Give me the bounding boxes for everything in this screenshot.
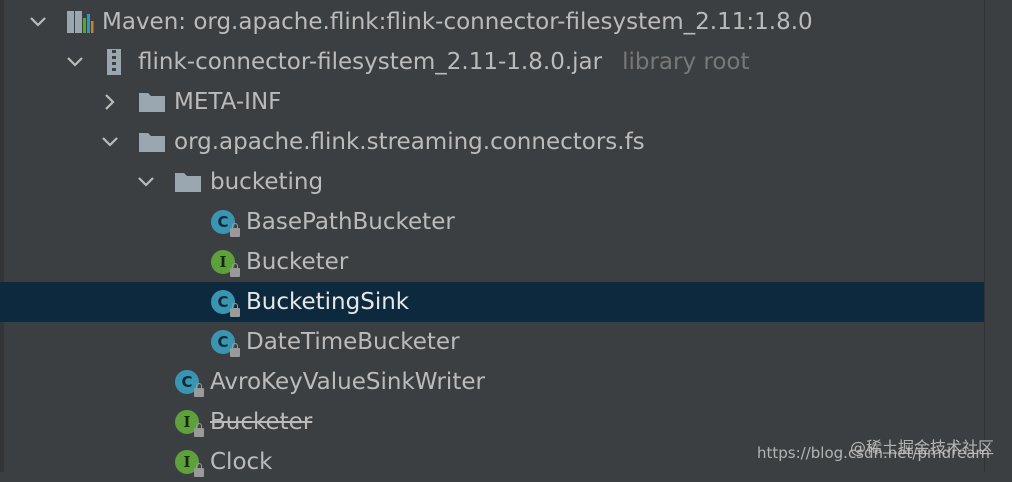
tree-row-label: AvroKeyValueSinkWriter (210, 369, 485, 395)
project-tree: Maven: org.apache.flink:flink-connector-… (0, 0, 1012, 477)
chevron-right-icon[interactable] (100, 92, 120, 112)
lock-icon (194, 383, 204, 397)
tree-row-label: BucketingSink (246, 289, 410, 315)
package-icon (174, 168, 202, 196)
tree-row-bucketer-deprecated[interactable]: I Bucketer (0, 402, 984, 442)
tree-row-datetimebucketer[interactable]: C DateTimeBucketer (0, 322, 984, 362)
tree-row-bucketingsink[interactable]: C BucketingSink (0, 282, 984, 322)
tree-row-maven-library[interactable]: Maven: org.apache.flink:flink-connector-… (0, 2, 984, 42)
chevron-down-icon[interactable] (28, 12, 48, 32)
maven-library-icon (66, 8, 94, 36)
tree-row-label: org.apache.flink.streaming.connectors.fs (174, 129, 645, 155)
scrollbar-track[interactable] (984, 0, 1012, 472)
library-root-hint: library root (622, 49, 750, 75)
lock-icon (194, 423, 204, 437)
watermark-url: https://blog.csdn.net/pmdream (757, 444, 990, 462)
tree-row-label: flink-connector-filesystem_2.11-1.8.0.ja… (138, 49, 750, 75)
tree-row-label: Clock (210, 449, 273, 475)
folder-icon (138, 88, 166, 116)
package-icon (138, 128, 166, 156)
chevron-down-icon[interactable] (65, 52, 85, 72)
jar-icon (104, 48, 132, 76)
tree-row-label: BasePathBucketer (246, 209, 455, 235)
tree-row-meta-inf[interactable]: META-INF (0, 82, 984, 122)
lock-icon (230, 263, 240, 277)
tree-row-package-fs[interactable]: org.apache.flink.streaming.connectors.fs (0, 122, 984, 162)
tree-row-label: META-INF (174, 89, 282, 115)
chevron-down-icon[interactable] (100, 132, 120, 152)
tree-row-label: Bucketer (210, 409, 313, 435)
tree-row-label: DateTimeBucketer (246, 329, 460, 355)
tree-row-basepathbucketer[interactable]: C BasePathBucketer (0, 202, 984, 242)
chevron-down-icon[interactable] (136, 172, 156, 192)
tree-row-bucketer[interactable]: I Bucketer (0, 242, 984, 282)
lock-icon (230, 303, 240, 317)
tree-row-label: Bucketer (246, 249, 349, 275)
tree-row-package-bucketing[interactable]: bucketing (0, 162, 984, 202)
tree-row-label: Maven: org.apache.flink:flink-connector-… (102, 9, 813, 35)
tree-row-avrokeyvaluesinkwriter[interactable]: C AvroKeyValueSinkWriter (0, 362, 984, 402)
tree-row-jar[interactable]: flink-connector-filesystem_2.11-1.8.0.ja… (0, 42, 984, 82)
lock-icon (230, 223, 240, 237)
tree-row-label: bucketing (210, 169, 324, 195)
lock-icon (194, 463, 204, 477)
lock-icon (230, 343, 240, 357)
